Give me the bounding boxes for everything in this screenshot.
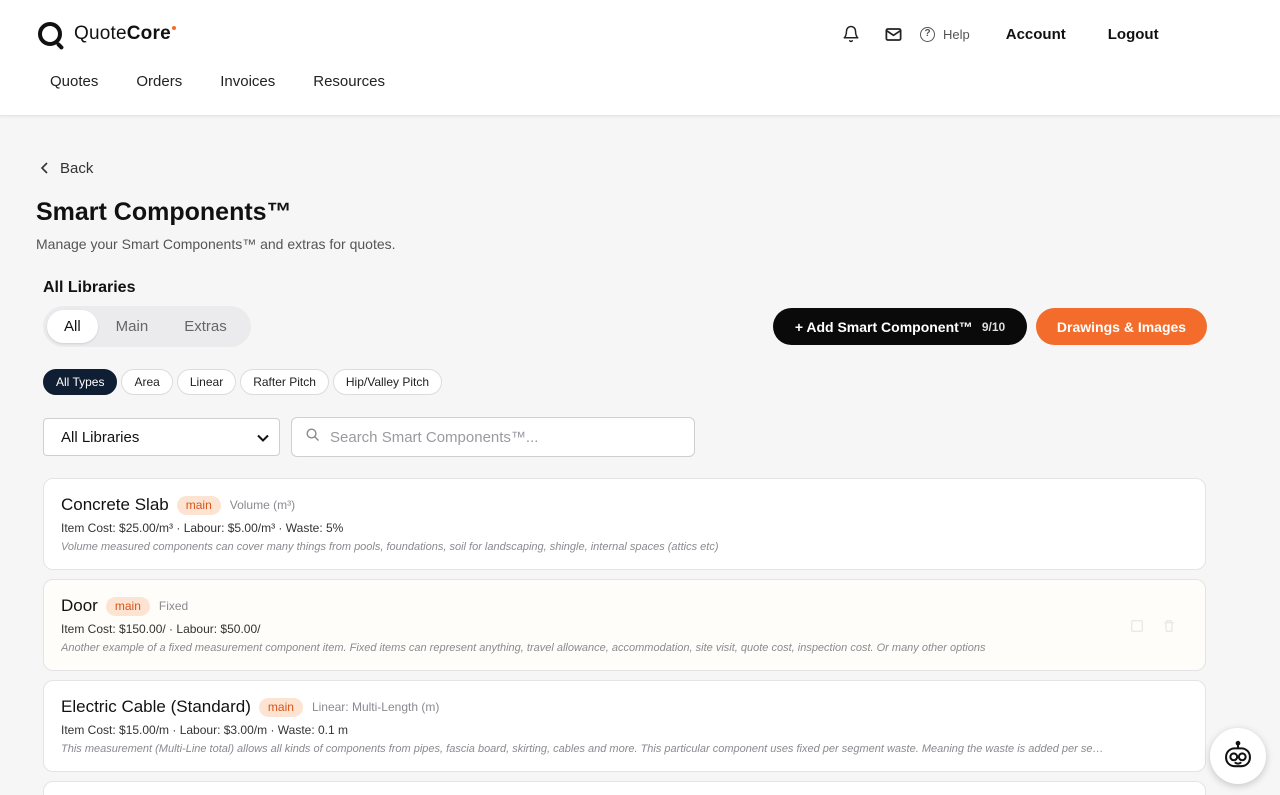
component-header: Electric Cable (Standard) main Linear: M…: [61, 697, 1188, 717]
bell-icon[interactable]: [836, 20, 866, 48]
component-name: Door: [61, 596, 98, 615]
help-circle-icon: ?: [920, 26, 935, 42]
component-name: Electric Cable (Standard): [61, 697, 251, 716]
component-badge: main: [176, 495, 221, 515]
filter-hip-valley-pitch[interactable]: Hip/Valley Pitch: [332, 369, 443, 395]
library-segment-control: All Main Extras: [43, 306, 251, 347]
tab-extras[interactable]: Extras: [166, 310, 245, 343]
library-select[interactable]: All Libraries: [43, 418, 280, 456]
component-card-door[interactable]: Door main Fixed Item Cost: $150.00/ · La…: [43, 579, 1206, 671]
filter-rafter-pitch[interactable]: Rafter Pitch: [240, 369, 329, 395]
add-smart-component-label: + Add Smart Component™: [794, 318, 973, 335]
page-title: Smart Components™: [36, 198, 292, 226]
main-nav: Quotes Orders Invoices Resources: [50, 73, 423, 90]
component-header: Concrete Slab main Volume (m³): [61, 495, 1188, 515]
edit-icon[interactable]: [1129, 618, 1145, 634]
add-smart-component-button[interactable]: + Add Smart Component™ 9/10: [773, 308, 1027, 345]
help-link[interactable]: ? Help: [920, 26, 970, 42]
component-type: Fixed: [158, 599, 189, 613]
component-description: This measurement (Multi-Line total) allo…: [61, 743, 1106, 755]
nav-item-invoices[interactable]: Invoices: [220, 73, 275, 90]
app-header: QuoteCore ? Help Account Logout Quotes O…: [0, 0, 1280, 116]
drawings-images-button[interactable]: Drawings & Images: [1036, 308, 1207, 345]
logo-mark-icon: [38, 22, 62, 46]
component-count: 9/10: [981, 319, 1006, 334]
nav-item-resources[interactable]: Resources: [313, 73, 385, 90]
page-subtitle: Manage your Smart Components™ and extras…: [36, 236, 396, 252]
component-cost: Item Cost: $150.00/ · Labour: $50.00/: [61, 622, 261, 636]
account-link[interactable]: Account: [1006, 26, 1066, 43]
brand-name-bold: Core: [126, 23, 171, 44]
component-badge: main: [105, 596, 150, 616]
component-type: Volume (m³): [229, 498, 296, 512]
library-select-value: All Libraries: [61, 428, 140, 446]
component-card-concrete-slab[interactable]: Concrete Slab main Volume (m³) Item Cost…: [43, 478, 1206, 570]
assistant-bot-icon[interactable]: [1210, 728, 1266, 784]
filter-area[interactable]: Area: [121, 369, 173, 395]
component-description: Volume measured components can cover man…: [61, 541, 719, 553]
search-icon: [305, 427, 320, 447]
type-filter-chips: All Types Area Linear Rafter Pitch Hip/V…: [43, 369, 446, 395]
chevron-left-icon: [40, 161, 50, 177]
component-card-electric-cable[interactable]: Electric Cable (Standard) main Linear: M…: [43, 680, 1206, 772]
search-box: [291, 417, 695, 457]
search-input[interactable]: [330, 428, 670, 446]
component-type: Linear: Multi-Length (m): [311, 700, 440, 714]
brand-logo[interactable]: QuoteCore: [38, 22, 176, 46]
component-badge: main: [258, 697, 303, 717]
brand-name: QuoteCore: [74, 23, 171, 45]
component-card-partial[interactable]: [43, 781, 1206, 795]
libraries-heading: All Libraries: [43, 279, 136, 296]
nav-item-quotes[interactable]: Quotes: [50, 73, 98, 90]
component-name: Concrete Slab: [61, 495, 169, 514]
tab-all[interactable]: All: [47, 310, 98, 343]
filter-linear[interactable]: Linear: [176, 369, 237, 395]
logo-dot: [171, 26, 176, 30]
component-cost: Item Cost: $25.00/m³ · Labour: $5.00/m³ …: [61, 521, 344, 535]
chevron-down-icon: [257, 429, 269, 446]
component-description: Another example of a fixed measurement c…: [61, 642, 986, 654]
header-actions: ? Help Account Logout: [836, 20, 1159, 48]
brand-name-light: Quote: [74, 23, 127, 44]
back-label: Back: [60, 160, 94, 177]
component-cost: Item Cost: $15.00/m · Labour: $3.00/m · …: [61, 723, 349, 737]
filter-all-types[interactable]: All Types: [43, 369, 118, 395]
delete-icon[interactable]: [1161, 618, 1177, 634]
nav-item-orders[interactable]: Orders: [136, 73, 182, 90]
logout-link[interactable]: Logout: [1108, 26, 1159, 43]
component-header: Door main Fixed: [61, 596, 1188, 616]
help-label: Help: [943, 26, 970, 42]
back-link[interactable]: Back: [40, 160, 93, 177]
tab-main[interactable]: Main: [98, 310, 167, 343]
mail-icon[interactable]: [878, 20, 908, 48]
card-actions: [1113, 618, 1177, 634]
